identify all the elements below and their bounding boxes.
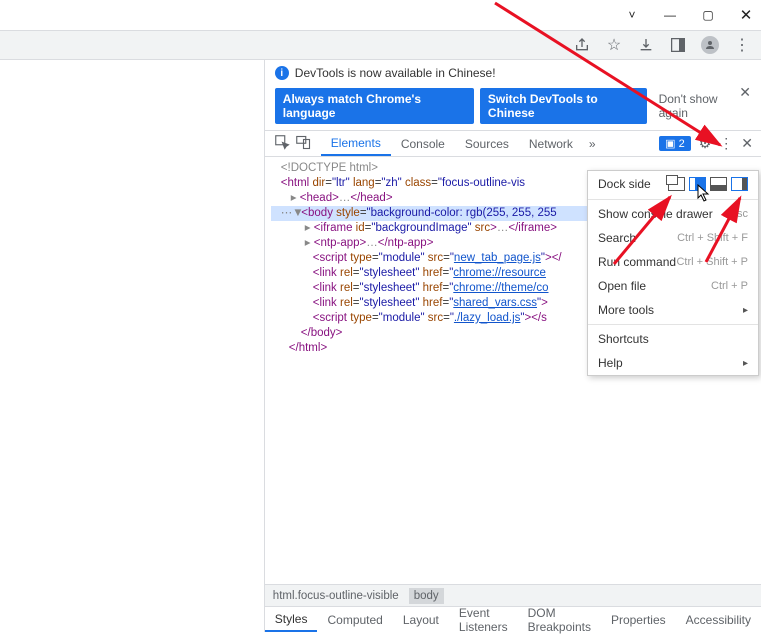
dock-side-row: Dock side: [588, 171, 758, 197]
menu-search[interactable]: SearchCtrl + Shift + F: [588, 226, 758, 250]
menu-help[interactable]: Help▸: [588, 351, 758, 375]
chevron-right-icon: ▸: [743, 305, 748, 316]
stab-accessibility[interactable]: Accessibility: [676, 607, 761, 632]
breadcrumb-html[interactable]: html.focus-outline-visible: [273, 590, 399, 602]
dock-bottom-icon[interactable]: [710, 177, 727, 191]
bookmark-star-icon[interactable]: ☆: [605, 36, 623, 54]
download-icon[interactable]: [637, 36, 655, 54]
menu-shortcuts[interactable]: Shortcuts: [588, 327, 758, 351]
menu-more-tools[interactable]: More tools▸: [588, 298, 758, 322]
dismiss-button[interactable]: Don't show again: [653, 88, 751, 124]
settings-gear-icon[interactable]: ⚙: [699, 135, 712, 152]
menu-run-command[interactable]: Run commandCtrl + Shift + P: [588, 250, 758, 274]
stab-computed[interactable]: Computed: [317, 607, 392, 632]
stab-event-listeners[interactable]: Event Listeners: [449, 607, 518, 632]
dom-breadcrumb[interactable]: html.focus-outline-visible body: [265, 584, 761, 606]
tab-elements[interactable]: Elements: [321, 131, 391, 156]
share-icon[interactable]: [573, 36, 591, 54]
minimize-icon[interactable]: —: [661, 6, 679, 24]
devtools-dropdown-menu: Dock side Show console drawerEsc SearchC…: [587, 170, 759, 376]
chevron-down-icon[interactable]: ˅: [623, 6, 641, 24]
dock-right-icon[interactable]: [731, 177, 748, 191]
dock-side-label: Dock side: [598, 177, 651, 191]
more-tabs-icon[interactable]: »: [583, 137, 602, 151]
profile-avatar-icon[interactable]: [701, 36, 719, 54]
devtools-notification: i DevTools is now available in Chinese! …: [265, 60, 761, 84]
maximize-icon[interactable]: ▢: [699, 6, 717, 24]
devtools-menu-icon[interactable]: ⋮: [719, 135, 733, 152]
browser-toolbar: ☆ ⋮: [0, 30, 761, 60]
notification-text: DevTools is now available in Chinese!: [295, 66, 496, 80]
tab-console[interactable]: Console: [391, 131, 455, 156]
tab-network[interactable]: Network: [519, 131, 583, 156]
switch-chinese-button[interactable]: Switch DevTools to Chinese: [480, 88, 647, 124]
side-panel-icon[interactable]: [669, 36, 687, 54]
dock-undock-icon[interactable]: [668, 177, 685, 191]
messages-badge[interactable]: ▣ 2: [659, 136, 691, 151]
devtools-tabbar: Elements Console Sources Network » ▣ 2 ⚙…: [265, 130, 761, 157]
info-icon: i: [275, 66, 289, 80]
close-notification-icon[interactable]: ✕: [739, 84, 751, 101]
menu-show-drawer[interactable]: Show console drawerEsc: [588, 202, 758, 226]
stab-styles[interactable]: Styles: [265, 607, 318, 632]
window-titlebar: ˅ — ▢ ✕: [0, 0, 761, 30]
chevron-right-icon: ▸: [743, 358, 748, 369]
breadcrumb-body[interactable]: body: [409, 588, 444, 604]
cursor-pointer-icon: [697, 184, 711, 205]
stab-properties[interactable]: Properties: [601, 607, 676, 632]
menu-open-file[interactable]: Open fileCtrl + P: [588, 274, 758, 298]
stab-layout[interactable]: Layout: [393, 607, 449, 632]
close-devtools-icon[interactable]: ✕: [741, 135, 753, 152]
close-window-icon[interactable]: ✕: [737, 6, 755, 24]
inspect-element-icon[interactable]: [275, 135, 290, 153]
styles-tabbar: Styles Computed Layout Event Listeners D…: [265, 606, 761, 632]
browser-menu-icon[interactable]: ⋮: [733, 36, 751, 54]
page-viewport: [0, 60, 264, 632]
device-toggle-icon[interactable]: [296, 135, 311, 153]
match-language-button[interactable]: Always match Chrome's language: [275, 88, 474, 124]
stab-dom-breakpoints[interactable]: DOM Breakpoints: [518, 607, 601, 632]
tab-sources[interactable]: Sources: [455, 131, 519, 156]
